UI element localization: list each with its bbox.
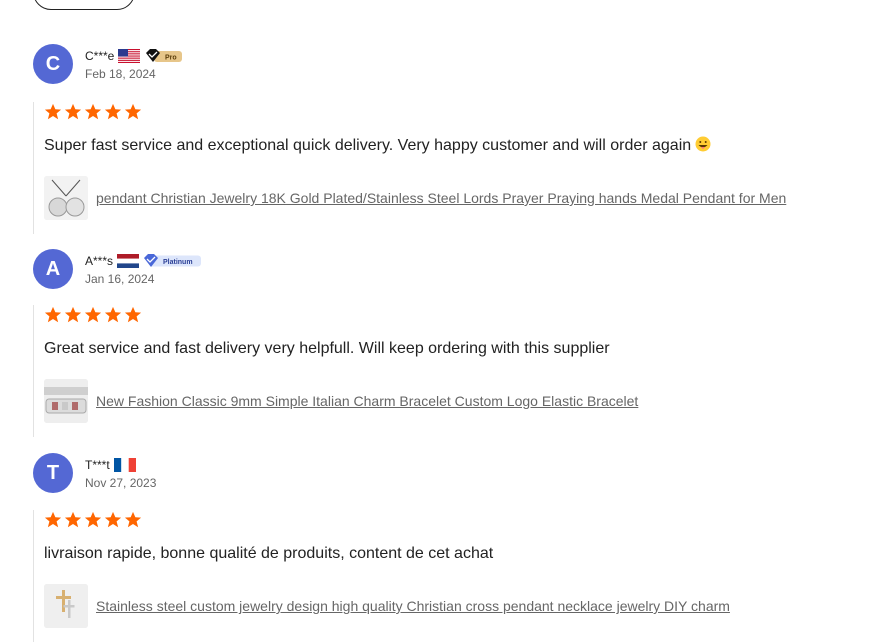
product-link[interactable]: pendant Christian Jewelry 18K Gold Plate…	[96, 190, 786, 206]
star-icon	[124, 511, 142, 528]
product-thumbnail[interactable]	[44, 584, 88, 628]
diamond-icon: Pro	[146, 49, 183, 62]
svg-text:Platinum: Platinum	[163, 259, 193, 266]
product-row[interactable]: Stainless steel custom jewelry design hi…	[44, 584, 853, 628]
product-link[interactable]: Stainless steel custom jewelry design hi…	[96, 598, 730, 614]
product-thumbnail[interactable]	[44, 379, 88, 423]
star-rating	[44, 102, 853, 122]
star-rating	[44, 510, 853, 530]
us-flag-icon	[118, 49, 141, 63]
reviewer-info: A***s Platinum	[85, 253, 202, 269]
product-link[interactable]: New Fashion Classic 9mm Simple Italian C…	[96, 393, 638, 409]
france-flag-icon	[113, 458, 136, 472]
review-text: livraison rapide, bonne qualité de produ…	[44, 545, 494, 562]
review-date: Feb 18, 2024	[85, 67, 156, 81]
product-thumbnail[interactable]	[44, 176, 88, 220]
platinum-badge: Platinum	[143, 254, 202, 268]
username: A***s	[85, 254, 114, 268]
bracelet-image	[44, 379, 88, 423]
product-row[interactable]: New Fashion Classic 9mm Simple Italian C…	[44, 379, 853, 423]
star-icon	[44, 511, 62, 528]
star-icon	[44, 306, 62, 323]
review-text: Super fast service and exceptional quick…	[44, 137, 692, 154]
review-text-row: Super fast service and exceptional quick…	[44, 136, 853, 156]
product-row[interactable]: pendant Christian Jewelry 18K Gold Plate…	[44, 176, 853, 220]
star-icon	[64, 511, 82, 528]
review-date: Jan 16, 2024	[85, 272, 155, 286]
review-date: Nov 27, 2023	[85, 476, 157, 490]
star-icon	[64, 306, 82, 323]
avatar: A	[33, 249, 73, 289]
star-icon	[104, 306, 122, 323]
star-icon	[64, 103, 82, 120]
username: C***e	[85, 49, 115, 63]
star-icon	[104, 103, 122, 120]
star-icon	[84, 511, 102, 528]
star-icon	[124, 103, 142, 120]
netherlands-flag-icon	[117, 254, 140, 268]
review-item: T T***t Nov 27, 2023 livraison rapide, b…	[33, 453, 853, 642]
cross-pendant-image	[44, 584, 88, 628]
diamond-icon: Platinum	[144, 254, 202, 267]
reviewer-info: C***e Pro	[85, 48, 184, 64]
avatar: C	[33, 44, 73, 84]
username: T***t	[85, 458, 110, 472]
star-icon	[84, 103, 102, 120]
reviewer-info: T***t	[85, 457, 136, 473]
review-body: Super fast service and exceptional quick…	[33, 102, 853, 234]
star-icon	[84, 306, 102, 323]
svg-text:Pro: Pro	[165, 55, 177, 62]
pendant-image	[44, 176, 88, 220]
star-icon	[124, 306, 142, 323]
grinning-face-with-tongue-icon	[695, 136, 711, 152]
pro-badge: Pro	[144, 49, 184, 63]
review-text: Great service and fast delivery very hel…	[44, 340, 610, 357]
star-icon	[104, 511, 122, 528]
avatar: T	[33, 453, 73, 493]
review-body: Great service and fast delivery very hel…	[33, 305, 853, 437]
star-rating	[44, 305, 853, 325]
review-item: C C***e Pro Feb 18, 2024 Super fast serv…	[33, 44, 853, 234]
review-item: A A***s Platinum Jan 16, 2024 Great serv…	[33, 249, 853, 437]
top-button[interactable]	[33, 0, 135, 10]
review-body: livraison rapide, bonne qualité de produ…	[33, 510, 853, 642]
star-icon	[44, 103, 62, 120]
